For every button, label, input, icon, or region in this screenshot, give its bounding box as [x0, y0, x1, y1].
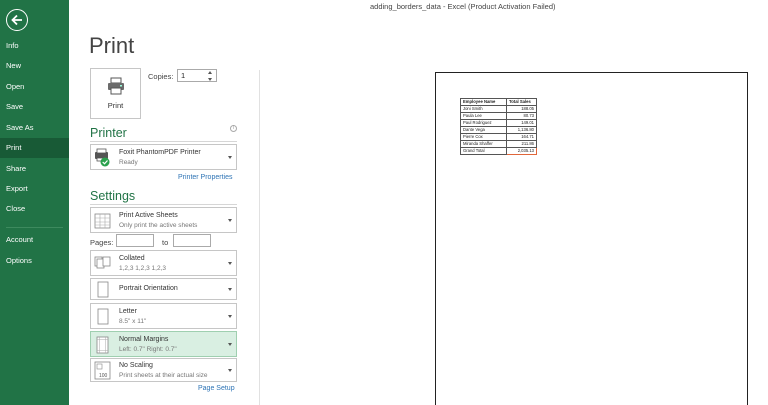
table-cell: 80.73 — [506, 112, 537, 120]
table-total-row: Grand Total 2,035.13 — [460, 147, 537, 155]
info-icon[interactable]: i — [230, 125, 237, 132]
sidebar-item-account[interactable]: Account — [0, 230, 69, 250]
table-cell: 164.71 — [506, 133, 537, 141]
collate-description: 1,2,3 1,2,3 1,2,3 — [119, 265, 166, 272]
chevron-down-icon — [228, 343, 232, 346]
orientation-value: Portrait Orientation — [119, 285, 178, 292]
page-setup-link[interactable]: Page Setup — [198, 385, 235, 392]
print-scope-dropdown[interactable]: Print Active Sheets Only print the activ… — [90, 207, 237, 233]
printer-status-icon — [95, 148, 110, 167]
printer-section-title: Printer — [90, 126, 127, 140]
margins-description: Left: 0.7" Right: 0.7" — [119, 346, 177, 353]
scaling-dropdown[interactable]: 100 No Scaling Print sheets at their act… — [90, 358, 237, 382]
chevron-down-icon — [228, 369, 232, 372]
sidebar-item-save[interactable]: Save — [0, 97, 69, 117]
chevron-down-icon — [228, 262, 232, 265]
copies-spin-icon[interactable] — [208, 71, 214, 81]
chevron-down-icon — [228, 156, 232, 159]
excel-backstage: Info New Open Save Save As Print Share E… — [0, 0, 768, 405]
margins-icon — [96, 336, 109, 354]
printer-icon — [108, 77, 124, 95]
portrait-page-icon — [97, 281, 109, 298]
scaling-value: No Scaling — [119, 362, 153, 369]
chevron-down-icon — [228, 315, 232, 318]
orientation-dropdown[interactable]: Portrait Orientation — [90, 278, 237, 300]
sidebar-item-share[interactable]: Share — [0, 159, 69, 179]
preview-table: Employee Name Total Sales Joni Smith 188… — [460, 98, 537, 155]
page-title: Print — [89, 33, 135, 58]
table-cell: Joni Smith — [460, 105, 507, 113]
settings-section-rule — [90, 204, 237, 205]
settings-section-title: Settings — [90, 189, 136, 203]
print-scope-value: Print Active Sheets — [119, 212, 178, 219]
table-cell: 2,035.13 — [506, 147, 537, 155]
table-row: Paula Lee 80.73 — [460, 112, 537, 120]
copies-label: Copies: — [148, 72, 174, 81]
sidebar-item-save-as[interactable]: Save As — [0, 118, 69, 138]
sidebar-item-close[interactable]: Close — [0, 199, 69, 219]
sheet-grid-icon — [94, 213, 111, 229]
print-button[interactable]: Print — [90, 68, 141, 119]
table-cell: 149.01 — [506, 119, 537, 127]
copies-stepper[interactable]: 1 — [177, 69, 217, 82]
collate-value: Collated — [119, 255, 145, 262]
table-cell: Pierre Cox — [460, 133, 507, 141]
sidebar-item-info[interactable]: Info — [0, 36, 69, 56]
table-cell: Grand Total — [460, 147, 507, 155]
scaling-description: Print sheets at their actual size — [119, 372, 208, 379]
table-row: Joni Smith 188.05 — [460, 105, 537, 113]
pages-to-label: to — [162, 238, 169, 247]
table-cell: Paula Lee — [460, 112, 507, 120]
copies-value: 1 — [181, 71, 186, 80]
printer-name: Foxit PhantomPDF Printer — [119, 149, 201, 156]
paper-size-value: Letter — [119, 308, 137, 315]
sidebar-item-export[interactable]: Export — [0, 179, 69, 199]
table-cell: 211.86 — [506, 140, 537, 148]
sidebar-item-options[interactable]: Options — [0, 251, 69, 271]
table-cell: Paul Rodriguez — [460, 119, 507, 127]
sidebar-divider — [6, 227, 63, 228]
table-header-cell: Employee Name — [460, 98, 507, 106]
table-cell: Dante Vega — [460, 126, 507, 134]
pages-label: Pages: — [90, 238, 114, 247]
chevron-down-icon — [228, 288, 232, 291]
chevron-down-icon — [228, 219, 232, 222]
table-cell: 1,136.80 — [506, 126, 537, 134]
paper-size-description: 8.5" x 11" — [119, 318, 147, 325]
print-scope-description: Only print the active sheets — [119, 222, 198, 229]
back-arrow-icon[interactable] — [6, 9, 28, 31]
pane-separator — [259, 70, 260, 405]
paper-size-dropdown[interactable]: Letter 8.5" x 11" — [90, 303, 237, 329]
printer-dropdown[interactable]: Foxit PhantomPDF Printer Ready — [90, 144, 237, 170]
margins-value: Normal Margins — [119, 336, 169, 343]
collate-icon — [94, 256, 111, 269]
table-row: Dante Vega 1,136.80 — [460, 126, 537, 134]
table-row: Miranda Shaffer 211.86 — [460, 140, 537, 148]
scaling-icon: 100 — [94, 361, 111, 380]
sidebar-item-print[interactable]: Print — [0, 138, 69, 158]
sidebar-item-new[interactable]: New — [0, 56, 69, 76]
table-row: Pierre Cox 164.71 — [460, 133, 537, 141]
backstage-sidebar: Info New Open Save Save As Print Share E… — [0, 0, 69, 405]
table-cell: 188.05 — [506, 105, 537, 113]
sidebar-item-open[interactable]: Open — [0, 77, 69, 97]
margins-dropdown[interactable]: Normal Margins Left: 0.7" Right: 0.7" — [90, 331, 237, 357]
table-header-cell: Total Sales — [506, 98, 537, 106]
printer-section-rule — [90, 141, 237, 142]
table-cell: Miranda Shaffer — [460, 140, 507, 148]
table-header-row: Employee Name Total Sales — [460, 98, 537, 106]
table-row: Paul Rodriguez 149.01 — [460, 119, 537, 127]
svg-text:100: 100 — [99, 373, 108, 379]
printer-properties-link[interactable]: Printer Properties — [178, 174, 232, 181]
pages-to-input[interactable] — [173, 234, 211, 247]
collate-dropdown[interactable]: Collated 1,2,3 1,2,3 1,2,3 — [90, 250, 237, 276]
print-button-label: Print — [107, 101, 124, 110]
pages-from-input[interactable] — [116, 234, 154, 247]
printer-status: Ready — [119, 159, 138, 166]
window-title: adding_borders_data - Excel (Product Act… — [370, 2, 556, 11]
paper-size-icon — [97, 308, 109, 325]
